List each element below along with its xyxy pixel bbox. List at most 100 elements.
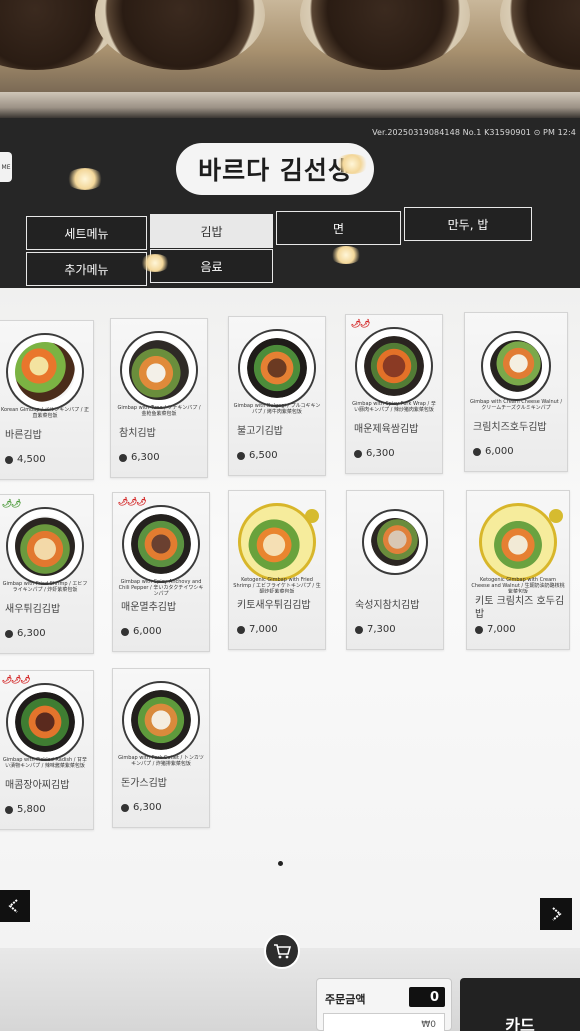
menu-item-price: 6,300 xyxy=(354,448,395,459)
menu-card-aged-tuna-gimbap[interactable]: 숙성지참치김밥 7,300 xyxy=(346,490,444,650)
card-pay-button[interactable]: 카드 xyxy=(460,978,580,1031)
menu-item-price: 6,000 xyxy=(121,626,162,637)
order-count: 0 xyxy=(409,987,445,1007)
menu-card-spicy-pork-gimbap[interactable]: 🌶🌶 Gimbap with Spicy Pork Wrap / 辛い豚肉キンパ… xyxy=(345,314,443,474)
tab-drinks[interactable]: 음료 xyxy=(150,249,273,283)
order-summary: 주문금액 0 ₩0 xyxy=(316,978,452,1031)
menu-card-pickled-radish-gimbap[interactable]: 🌶🌶🌶 Gimbap with Pickled Radish / 甘辛い漬物キン… xyxy=(0,670,94,830)
menu-card-keto-shrimp-gimbap[interactable]: Ketogenic Gimbap with Fried Shrimp / エビフ… xyxy=(228,490,326,650)
menu-item-price: 6,300 xyxy=(5,628,46,639)
price-value: 7,000 xyxy=(487,624,516,635)
menu-item-name: 참치김밥 xyxy=(119,428,156,439)
menu-item-name: 매운멸추김밥 xyxy=(121,602,177,613)
kiosk-bezel xyxy=(0,92,580,118)
menu-item-name: 키토새우튀김김밥 xyxy=(237,600,311,611)
dish-image xyxy=(6,683,84,761)
menu-card-fried-shrimp-gimbap[interactable]: 🌶🌶 Gimbap with Fried Shrimp / エビフライキンパプ … xyxy=(0,494,94,654)
kiosk-photo: Ver.20250319084148 No.1 K31590901 ⊙ PM 1… xyxy=(0,0,580,1031)
header: Ver.20250319084148 No.1 K31590901 ⊙ PM 1… xyxy=(0,118,580,288)
order-amount: ₩0 xyxy=(323,1013,445,1031)
version-info: Ver.20250319084148 No.1 K31590901 ⊙ PM 1… xyxy=(372,128,576,137)
price-value: 6,500 xyxy=(249,450,278,461)
dish-image xyxy=(479,503,557,581)
spicy-badge: 🌶🌶🌶 xyxy=(118,497,146,506)
dish-photo xyxy=(300,0,470,70)
dish-image xyxy=(355,327,433,405)
dish-photo xyxy=(95,0,265,70)
won-icon xyxy=(473,447,481,456)
kiosk-screen: Ver.20250319084148 No.1 K31590901 ⊙ PM 1… xyxy=(0,118,580,1031)
won-icon xyxy=(119,453,127,462)
dish-image xyxy=(122,505,200,583)
arrow-right-icon xyxy=(552,907,562,921)
menu-item-name: 숙성지참치김밥 xyxy=(355,600,420,611)
menu-item-price: 6,500 xyxy=(237,450,278,461)
next-page-button[interactable] xyxy=(540,898,572,930)
cart-icon xyxy=(274,944,291,959)
menu-item-english: Gimbap with Tuna / ツナキンパプ / 金枪鱼紫菜包饭 xyxy=(117,405,201,417)
language-button[interactable]: ME xyxy=(0,152,12,182)
tab-set-menu[interactable]: 세트메뉴 xyxy=(26,216,147,250)
tab-dumpling-rice[interactable]: 만두, 밥 xyxy=(404,207,532,241)
price-value: 4,500 xyxy=(17,454,46,465)
menu-item-price: 4,500 xyxy=(5,454,46,465)
menu-grid: Korean Gimbap / バルンキンパプ / 正直紫菜包饭 바른김밥 4,… xyxy=(0,288,580,948)
menu-item-english: Korean Gimbap / バルンキンパプ / 正直紫菜包饭 xyxy=(1,407,89,419)
menu-card-bareun-gimbap[interactable]: Korean Gimbap / バルンキンパプ / 正直紫菜包饭 바른김밥 4,… xyxy=(0,320,94,480)
spicy-badge: 🌶🌶🌶 xyxy=(2,675,30,684)
menu-card-cream-cheese-walnut-gimbap[interactable]: Gimbap with Cream Cheese Walnut / クリームチー… xyxy=(464,312,568,472)
tab-extras[interactable]: 추가메뉴 xyxy=(26,252,147,286)
dish-image xyxy=(6,333,84,411)
prev-page-button[interactable] xyxy=(0,890,30,922)
menu-item-name: 바른김밥 xyxy=(5,430,42,441)
price-value: 6,300 xyxy=(366,448,395,459)
menu-item-english: Gimbap with Bulgogi / プルコギキンパプ / 烤牛肉紫菜包饭 xyxy=(233,403,321,415)
price-value: 6,300 xyxy=(133,802,162,813)
price-value: 7,000 xyxy=(249,624,278,635)
menu-item-price: 6,300 xyxy=(121,802,162,813)
price-value: 6,000 xyxy=(133,626,162,637)
menu-item-name: 새우튀김김밥 xyxy=(5,604,61,615)
price-value: 6,300 xyxy=(131,452,160,463)
menu-item-price: 5,800 xyxy=(5,804,46,815)
menu-item-english: Gimbap with Pork Cutlet / トンカツキンパプ / 炸猪排… xyxy=(118,755,204,767)
menu-item-price: 7,000 xyxy=(237,624,278,635)
won-icon xyxy=(121,803,129,812)
won-icon xyxy=(475,625,483,634)
price-value: 7,300 xyxy=(367,624,396,635)
dish-image xyxy=(238,329,316,407)
dish-image xyxy=(6,507,84,585)
arrow-left-icon xyxy=(8,899,18,913)
dish-photo xyxy=(500,0,580,70)
menu-card-pork-cutlet-gimbap[interactable]: Gimbap with Pork Cutlet / トンカツキンパプ / 炸猪排… xyxy=(112,668,210,828)
menu-item-name: 불고기김밥 xyxy=(237,426,283,437)
menu-item-name: 크림치즈호두김밥 xyxy=(473,422,547,433)
tab-gimbap[interactable]: 김밥 xyxy=(150,214,273,248)
brand-logo: 바르다 김선생 xyxy=(176,143,374,195)
menu-item-english: Gimbap with Cream Cheese Walnut / クリームチー… xyxy=(469,399,563,411)
won-icon xyxy=(121,627,129,636)
menu-item-price: 7,300 xyxy=(355,624,396,635)
menu-item-name: 매운제육쌈김밥 xyxy=(354,424,419,435)
menu-item-price: 6,300 xyxy=(119,452,160,463)
menu-item-english: Ketogenic Gimbap with Fried Shrimp / エビフ… xyxy=(233,577,321,593)
menu-card-spicy-anchovy-gimbap[interactable]: 🌶🌶🌶 Gimbap with Spicy Anchovy and Chili … xyxy=(112,492,210,652)
menu-item-price: 7,000 xyxy=(475,624,516,635)
won-icon xyxy=(237,625,245,634)
menu-item-name: 키토 크림치즈 호두김밥 xyxy=(475,596,565,620)
terminal-text: No.1 K31590901 xyxy=(462,128,531,137)
won-icon xyxy=(5,629,13,638)
won-icon xyxy=(5,455,13,464)
spicy-badge: 🌶🌶 xyxy=(351,319,370,328)
cart-button[interactable] xyxy=(264,933,300,969)
dish-image xyxy=(362,509,428,575)
tab-noodles[interactable]: 면 xyxy=(276,211,401,245)
menu-card-keto-cream-cheese-gimbap[interactable]: Ketogenic Gimbap with Cream Cheese and W… xyxy=(466,490,570,650)
won-icon xyxy=(355,625,363,634)
price-value: 6,000 xyxy=(485,446,514,457)
menu-item-english: Gimbap with Fried Shrimp / エビフライキンパプ / 炸… xyxy=(2,581,88,593)
clock-text: ⊙ PM 12:4 xyxy=(533,128,576,137)
won-icon xyxy=(5,805,13,814)
menu-card-bulgogi-gimbap[interactable]: Gimbap with Bulgogi / プルコギキンパプ / 烤牛肉紫菜包饭… xyxy=(228,316,326,476)
menu-card-tuna-gimbap[interactable]: Gimbap with Tuna / ツナキンパプ / 金枪鱼紫菜包饭 참치김밥… xyxy=(110,318,208,478)
